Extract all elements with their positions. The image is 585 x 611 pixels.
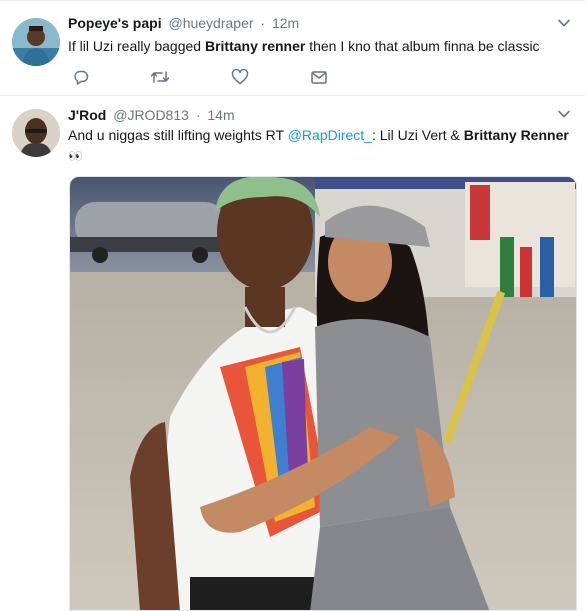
retweet-icon[interactable] <box>150 67 170 87</box>
photo-image-icon <box>70 177 576 610</box>
tweet-actions <box>68 67 348 87</box>
user-handle[interactable]: @hueydraper <box>168 15 253 31</box>
user-handle[interactable]: @JROD813 <box>113 107 189 123</box>
like-icon[interactable] <box>230 67 250 87</box>
search-highlight: Brittany renner <box>204 38 306 54</box>
chevron-down-icon[interactable] <box>557 16 571 30</box>
timestamp[interactable]: 14m <box>207 107 234 123</box>
tweet-text-part: then I kno that album finna be classic <box>305 38 540 54</box>
search-highlight: Brittany Renner <box>463 127 569 143</box>
reply-icon[interactable] <box>71 67 91 87</box>
mention-link[interactable]: @RapDirect_ <box>288 127 372 143</box>
user-avatar-icon <box>12 18 60 66</box>
tweet-text: And u niggas still lifting weights RT @R… <box>68 126 569 145</box>
tweet-text-part: : Lil Uzi Vert & <box>371 127 464 143</box>
tweet-header: Popeye's papi @hueydraper · 12m <box>68 14 299 32</box>
tweet-1[interactable]: Popeye's papi @hueydraper · 12m If lil U… <box>0 0 585 96</box>
tweet-text: If lil Uzi really bagged Brittany renner… <box>68 37 540 56</box>
message-icon[interactable] <box>309 67 329 87</box>
separator-dot: · <box>195 107 201 123</box>
tweet-text-part: And u niggas still lifting weights RT <box>68 127 288 143</box>
chevron-down-icon[interactable] <box>557 107 571 121</box>
display-name[interactable]: Popeye's papi <box>68 15 162 31</box>
avatar[interactable] <box>12 109 60 157</box>
display-name[interactable]: J'Rod <box>68 107 106 123</box>
avatar[interactable] <box>12 18 60 66</box>
tweet-header: J'Rod @JROD813 · 14m <box>68 106 235 124</box>
eyes-emoji: 👀 <box>68 149 83 163</box>
user-avatar-icon <box>12 109 60 157</box>
separator-dot: · <box>260 15 266 31</box>
tweet-photo[interactable] <box>69 176 577 611</box>
timestamp[interactable]: 12m <box>272 15 299 31</box>
tweet-text-part: If lil Uzi really bagged <box>68 38 205 54</box>
tweet-2[interactable]: J'Rod @JROD813 · 14m And u niggas still … <box>0 96 585 611</box>
